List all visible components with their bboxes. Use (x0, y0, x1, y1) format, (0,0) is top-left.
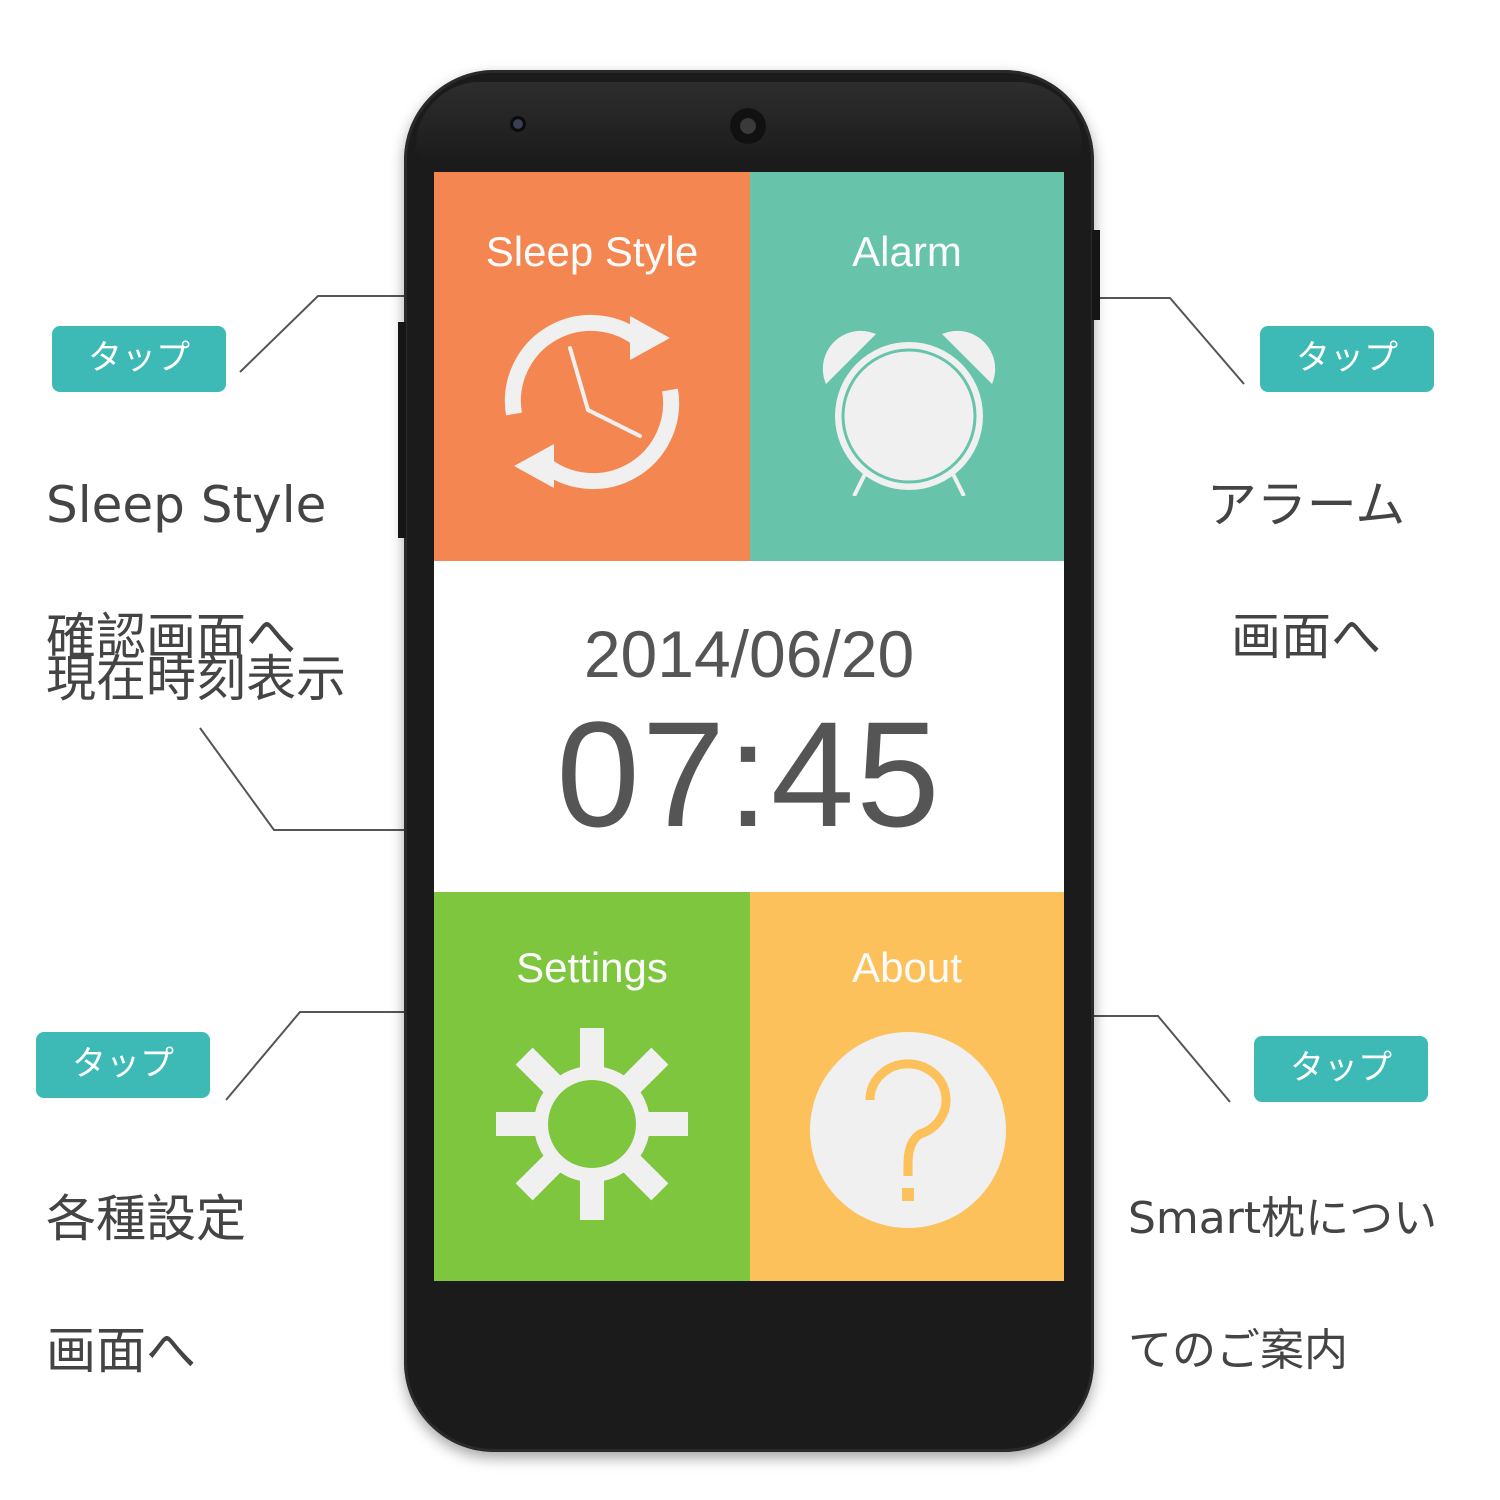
tap-badge-settings: タップ (36, 1032, 210, 1098)
tap-badge-about: タップ (1254, 1036, 1428, 1102)
refresh-clock-icon (504, 314, 680, 490)
camera-icon (730, 108, 766, 144)
phone-frame: Sleep Style Alarm 2014/06/20 07:45 Setti… (398, 70, 1100, 1452)
alarm-label: Alarm (852, 228, 962, 275)
about-label: About (852, 944, 962, 991)
sleep-style-tile[interactable]: Sleep Style (434, 172, 750, 561)
volume-button (398, 322, 406, 538)
app-screen: Sleep Style Alarm 2014/06/20 07:45 Setti… (434, 172, 1064, 1281)
settings-tile[interactable]: Settings (434, 892, 750, 1281)
alarm-tile[interactable]: Alarm (750, 172, 1064, 561)
tap-badge-alarm: タップ (1260, 326, 1434, 392)
tap-badge-sleep-style: タップ (52, 326, 226, 392)
settings-label: Settings (516, 944, 668, 991)
note-alarm: アラーム 画面へ (1206, 476, 1406, 666)
gear-icon (496, 1028, 688, 1220)
sleep-style-label: Sleep Style (485, 228, 699, 275)
note-about: Smart枕につい てのご案内 (1128, 1193, 1438, 1376)
note-clock: 現在時刻表示 (46, 650, 346, 708)
note-settings: 各種設定 画面へ (46, 1190, 246, 1380)
current-date: 2014/06/20 (583, 617, 915, 691)
about-tile[interactable]: About (750, 892, 1064, 1281)
question-icon (810, 1032, 1006, 1228)
power-button (1092, 230, 1100, 320)
sensor-icon (510, 116, 526, 132)
current-time: 07:45 (556, 690, 942, 858)
alarm-clock-icon (822, 330, 996, 496)
